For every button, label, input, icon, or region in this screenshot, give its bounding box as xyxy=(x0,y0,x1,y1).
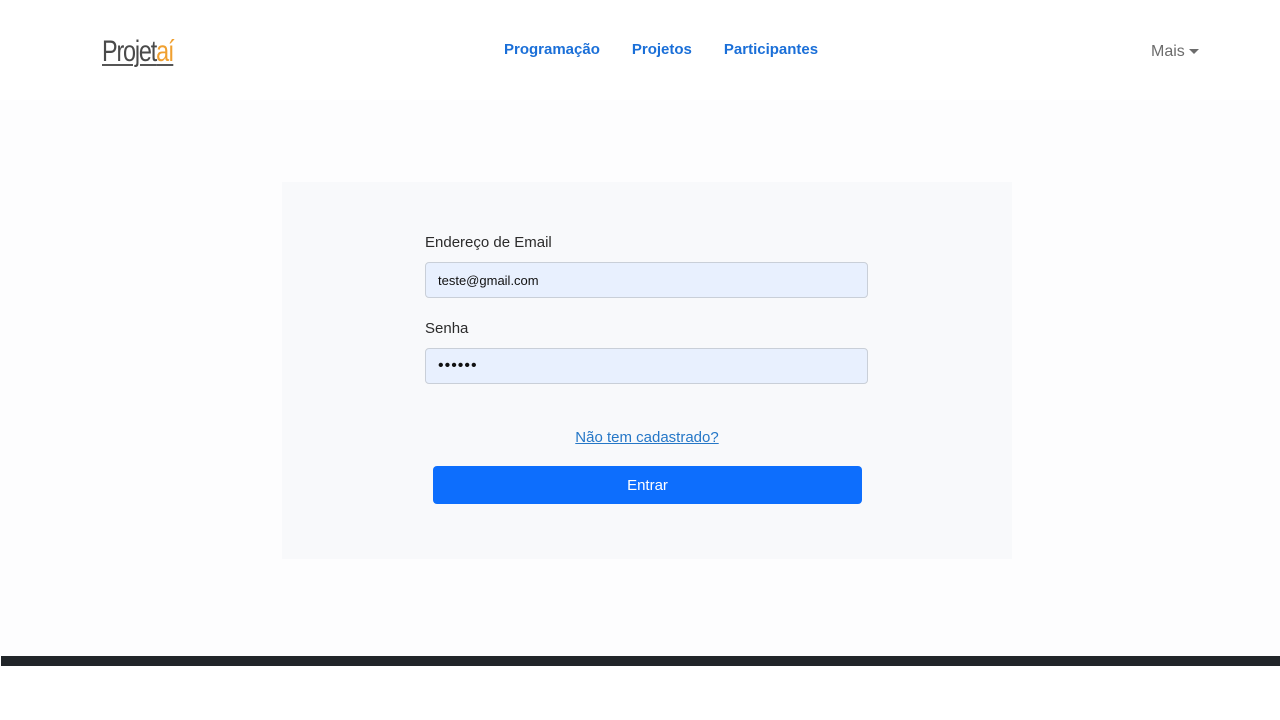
footer-area xyxy=(0,666,1280,720)
logo-text-main: Projet xyxy=(102,35,157,68)
footer-bar xyxy=(1,656,1280,666)
nav-link-participantes[interactable]: Participantes xyxy=(724,40,818,60)
password-field[interactable] xyxy=(425,348,868,384)
page: Projetaí Programação Projetos Participan… xyxy=(0,0,1280,720)
nav-link-programacao[interactable]: Programação xyxy=(504,40,600,60)
more-dropdown[interactable]: Mais xyxy=(1151,42,1199,62)
more-dropdown-label: Mais xyxy=(1151,43,1185,60)
register-link[interactable]: Não tem cadastrado? xyxy=(575,429,718,446)
password-label: Senha xyxy=(425,320,469,337)
navbar: Projetaí Programação Projetos Participan… xyxy=(0,0,1280,100)
register-link-container: Não tem cadastrado? xyxy=(282,428,1012,448)
logo-text-accent: aí xyxy=(156,35,174,68)
email-label: Endereço de Email xyxy=(425,234,552,251)
email-field[interactable] xyxy=(425,262,868,298)
caret-down-icon xyxy=(1188,48,1199,54)
main-nav: Programação Projetos Participantes xyxy=(504,40,850,60)
logo[interactable]: Projetaí xyxy=(102,34,174,74)
login-button[interactable]: Entrar xyxy=(433,466,862,504)
nav-link-projetos[interactable]: Projetos xyxy=(632,40,692,60)
login-card: Endereço de Email Senha Não tem cadastra… xyxy=(282,182,1012,559)
